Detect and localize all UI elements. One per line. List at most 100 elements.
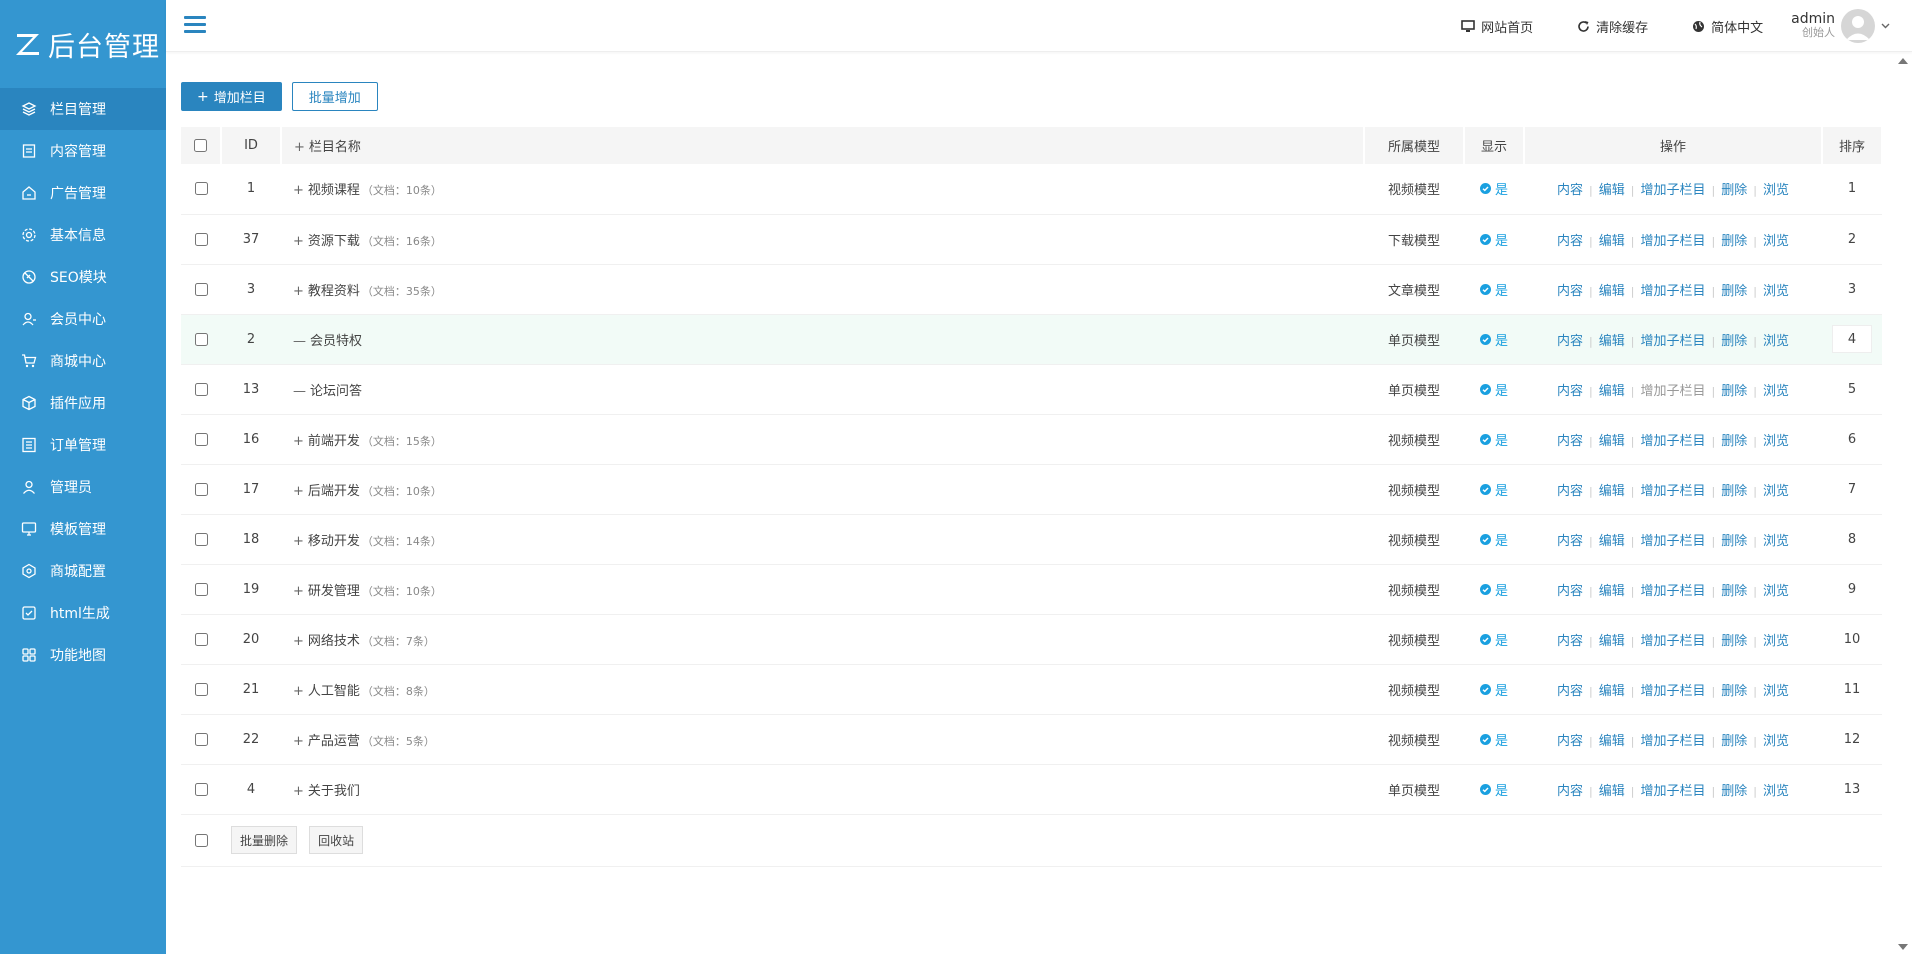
- content-link[interactable]: 内容: [1557, 734, 1583, 749]
- row-sort[interactable]: 3: [1848, 282, 1856, 297]
- sidebar-item-2[interactable]: 广告管理: [0, 172, 166, 214]
- content-link[interactable]: 内容: [1557, 634, 1583, 649]
- row-checkbox[interactable]: [194, 382, 208, 396]
- delete-link[interactable]: 删除: [1721, 183, 1747, 198]
- row-checkbox[interactable]: [194, 632, 208, 646]
- row-sort[interactable]: 8: [1848, 532, 1856, 547]
- row-sort[interactable]: 13: [1844, 782, 1861, 797]
- edit-link[interactable]: 编辑: [1599, 384, 1625, 399]
- tree-toggle-icon[interactable]: +: [293, 484, 304, 499]
- row-sort[interactable]: 9: [1848, 582, 1856, 597]
- avatar[interactable]: [1841, 9, 1875, 43]
- browse-link[interactable]: 浏览: [1763, 584, 1789, 599]
- tree-toggle-icon[interactable]: +: [293, 534, 304, 549]
- row-checkbox[interactable]: [194, 732, 208, 746]
- content-link[interactable]: 内容: [1557, 334, 1583, 349]
- edit-link[interactable]: 编辑: [1599, 484, 1625, 499]
- delete-link[interactable]: 删除: [1721, 384, 1747, 399]
- row-sort[interactable]: 1: [1848, 181, 1856, 196]
- row-checkbox[interactable]: [194, 782, 208, 796]
- sidebar-item-12[interactable]: html生成: [0, 592, 166, 634]
- sidebar-item-11[interactable]: 商城配置: [0, 550, 166, 592]
- edit-link[interactable]: 编辑: [1599, 784, 1625, 799]
- row-sort[interactable]: 10: [1844, 632, 1861, 647]
- show-toggle[interactable]: 是: [1479, 480, 1508, 499]
- show-toggle[interactable]: 是: [1479, 680, 1508, 699]
- sidebar-item-13[interactable]: 功能地图: [0, 634, 166, 676]
- menu-toggle-icon[interactable]: [184, 16, 206, 34]
- show-toggle[interactable]: 是: [1479, 179, 1508, 198]
- delete-link[interactable]: 删除: [1721, 584, 1747, 599]
- edit-link[interactable]: 编辑: [1599, 234, 1625, 249]
- row-checkbox[interactable]: [194, 282, 208, 296]
- delete-link[interactable]: 删除: [1721, 734, 1747, 749]
- add-child-link[interactable]: 增加子栏目: [1640, 534, 1705, 549]
- row-checkbox[interactable]: [194, 482, 208, 496]
- add-child-link[interactable]: 增加子栏目: [1640, 183, 1705, 198]
- browse-link[interactable]: 浏览: [1763, 634, 1789, 649]
- user-menu[interactable]: admin 创始人: [1791, 9, 1890, 43]
- browse-link[interactable]: 浏览: [1763, 534, 1789, 549]
- row-sort[interactable]: 2: [1848, 232, 1856, 247]
- tree-toggle-icon[interactable]: +: [293, 734, 304, 749]
- row-sort[interactable]: 11: [1844, 682, 1861, 697]
- edit-link[interactable]: 编辑: [1599, 284, 1625, 299]
- tree-toggle-icon[interactable]: +: [293, 584, 304, 599]
- footer-select-all-checkbox[interactable]: [194, 833, 208, 847]
- add-child-link[interactable]: 增加子栏目: [1640, 434, 1705, 449]
- row-sort[interactable]: 7: [1848, 482, 1856, 497]
- tree-toggle-icon[interactable]: +: [293, 634, 304, 649]
- edit-link[interactable]: 编辑: [1599, 183, 1625, 198]
- browse-link[interactable]: 浏览: [1763, 234, 1789, 249]
- add-child-link[interactable]: 增加子栏目: [1640, 284, 1705, 299]
- row-checkbox[interactable]: [194, 532, 208, 546]
- row-checkbox[interactable]: [194, 332, 208, 346]
- browse-link[interactable]: 浏览: [1763, 684, 1789, 699]
- expand-all-icon[interactable]: +: [294, 140, 305, 155]
- browse-link[interactable]: 浏览: [1763, 434, 1789, 449]
- content-link[interactable]: 内容: [1557, 534, 1583, 549]
- sidebar-item-9[interactable]: 管理员: [0, 466, 166, 508]
- language-link[interactable]: 简体中文: [1692, 17, 1763, 36]
- add-child-link[interactable]: 增加子栏目: [1640, 484, 1705, 499]
- content-link[interactable]: 内容: [1557, 584, 1583, 599]
- delete-link[interactable]: 删除: [1721, 684, 1747, 699]
- add-child-link[interactable]: 增加子栏目: [1640, 784, 1705, 799]
- tree-toggle-icon[interactable]: +: [293, 234, 304, 249]
- content-link[interactable]: 内容: [1557, 284, 1583, 299]
- edit-link[interactable]: 编辑: [1599, 334, 1625, 349]
- tree-toggle-icon[interactable]: +: [293, 684, 304, 699]
- add-child-link[interactable]: 增加子栏目: [1640, 234, 1705, 249]
- browse-link[interactable]: 浏览: [1763, 334, 1789, 349]
- sidebar-item-4[interactable]: SEO模块: [0, 256, 166, 298]
- browse-link[interactable]: 浏览: [1763, 183, 1789, 198]
- show-toggle[interactable]: 是: [1479, 380, 1508, 399]
- content-link[interactable]: 内容: [1557, 684, 1583, 699]
- sidebar-item-7[interactable]: 插件应用: [0, 382, 166, 424]
- content-link[interactable]: 内容: [1557, 234, 1583, 249]
- sidebar-item-3[interactable]: 基本信息: [0, 214, 166, 256]
- browse-link[interactable]: 浏览: [1763, 784, 1789, 799]
- delete-link[interactable]: 删除: [1721, 634, 1747, 649]
- row-checkbox[interactable]: [194, 432, 208, 446]
- scroll-down-arrow[interactable]: [1898, 944, 1908, 950]
- delete-link[interactable]: 删除: [1721, 284, 1747, 299]
- select-all-checkbox[interactable]: [194, 139, 207, 152]
- show-toggle[interactable]: 是: [1479, 530, 1508, 549]
- add-child-link[interactable]: 增加子栏目: [1640, 734, 1705, 749]
- show-toggle[interactable]: 是: [1479, 430, 1508, 449]
- show-toggle[interactable]: 是: [1479, 580, 1508, 599]
- sidebar-item-10[interactable]: 模板管理: [0, 508, 166, 550]
- delete-link[interactable]: 删除: [1721, 434, 1747, 449]
- delete-link[interactable]: 删除: [1721, 534, 1747, 549]
- content-link[interactable]: 内容: [1557, 183, 1583, 198]
- show-toggle[interactable]: 是: [1479, 230, 1508, 249]
- batch-add-button[interactable]: 批量增加: [291, 82, 378, 111]
- browse-link[interactable]: 浏览: [1763, 484, 1789, 499]
- add-child-link[interactable]: 增加子栏目: [1640, 684, 1705, 699]
- edit-link[interactable]: 编辑: [1599, 534, 1625, 549]
- tree-toggle-icon[interactable]: +: [293, 284, 304, 299]
- tree-toggle-icon[interactable]: +: [293, 434, 304, 449]
- content-link[interactable]: 内容: [1557, 384, 1583, 399]
- browse-link[interactable]: 浏览: [1763, 384, 1789, 399]
